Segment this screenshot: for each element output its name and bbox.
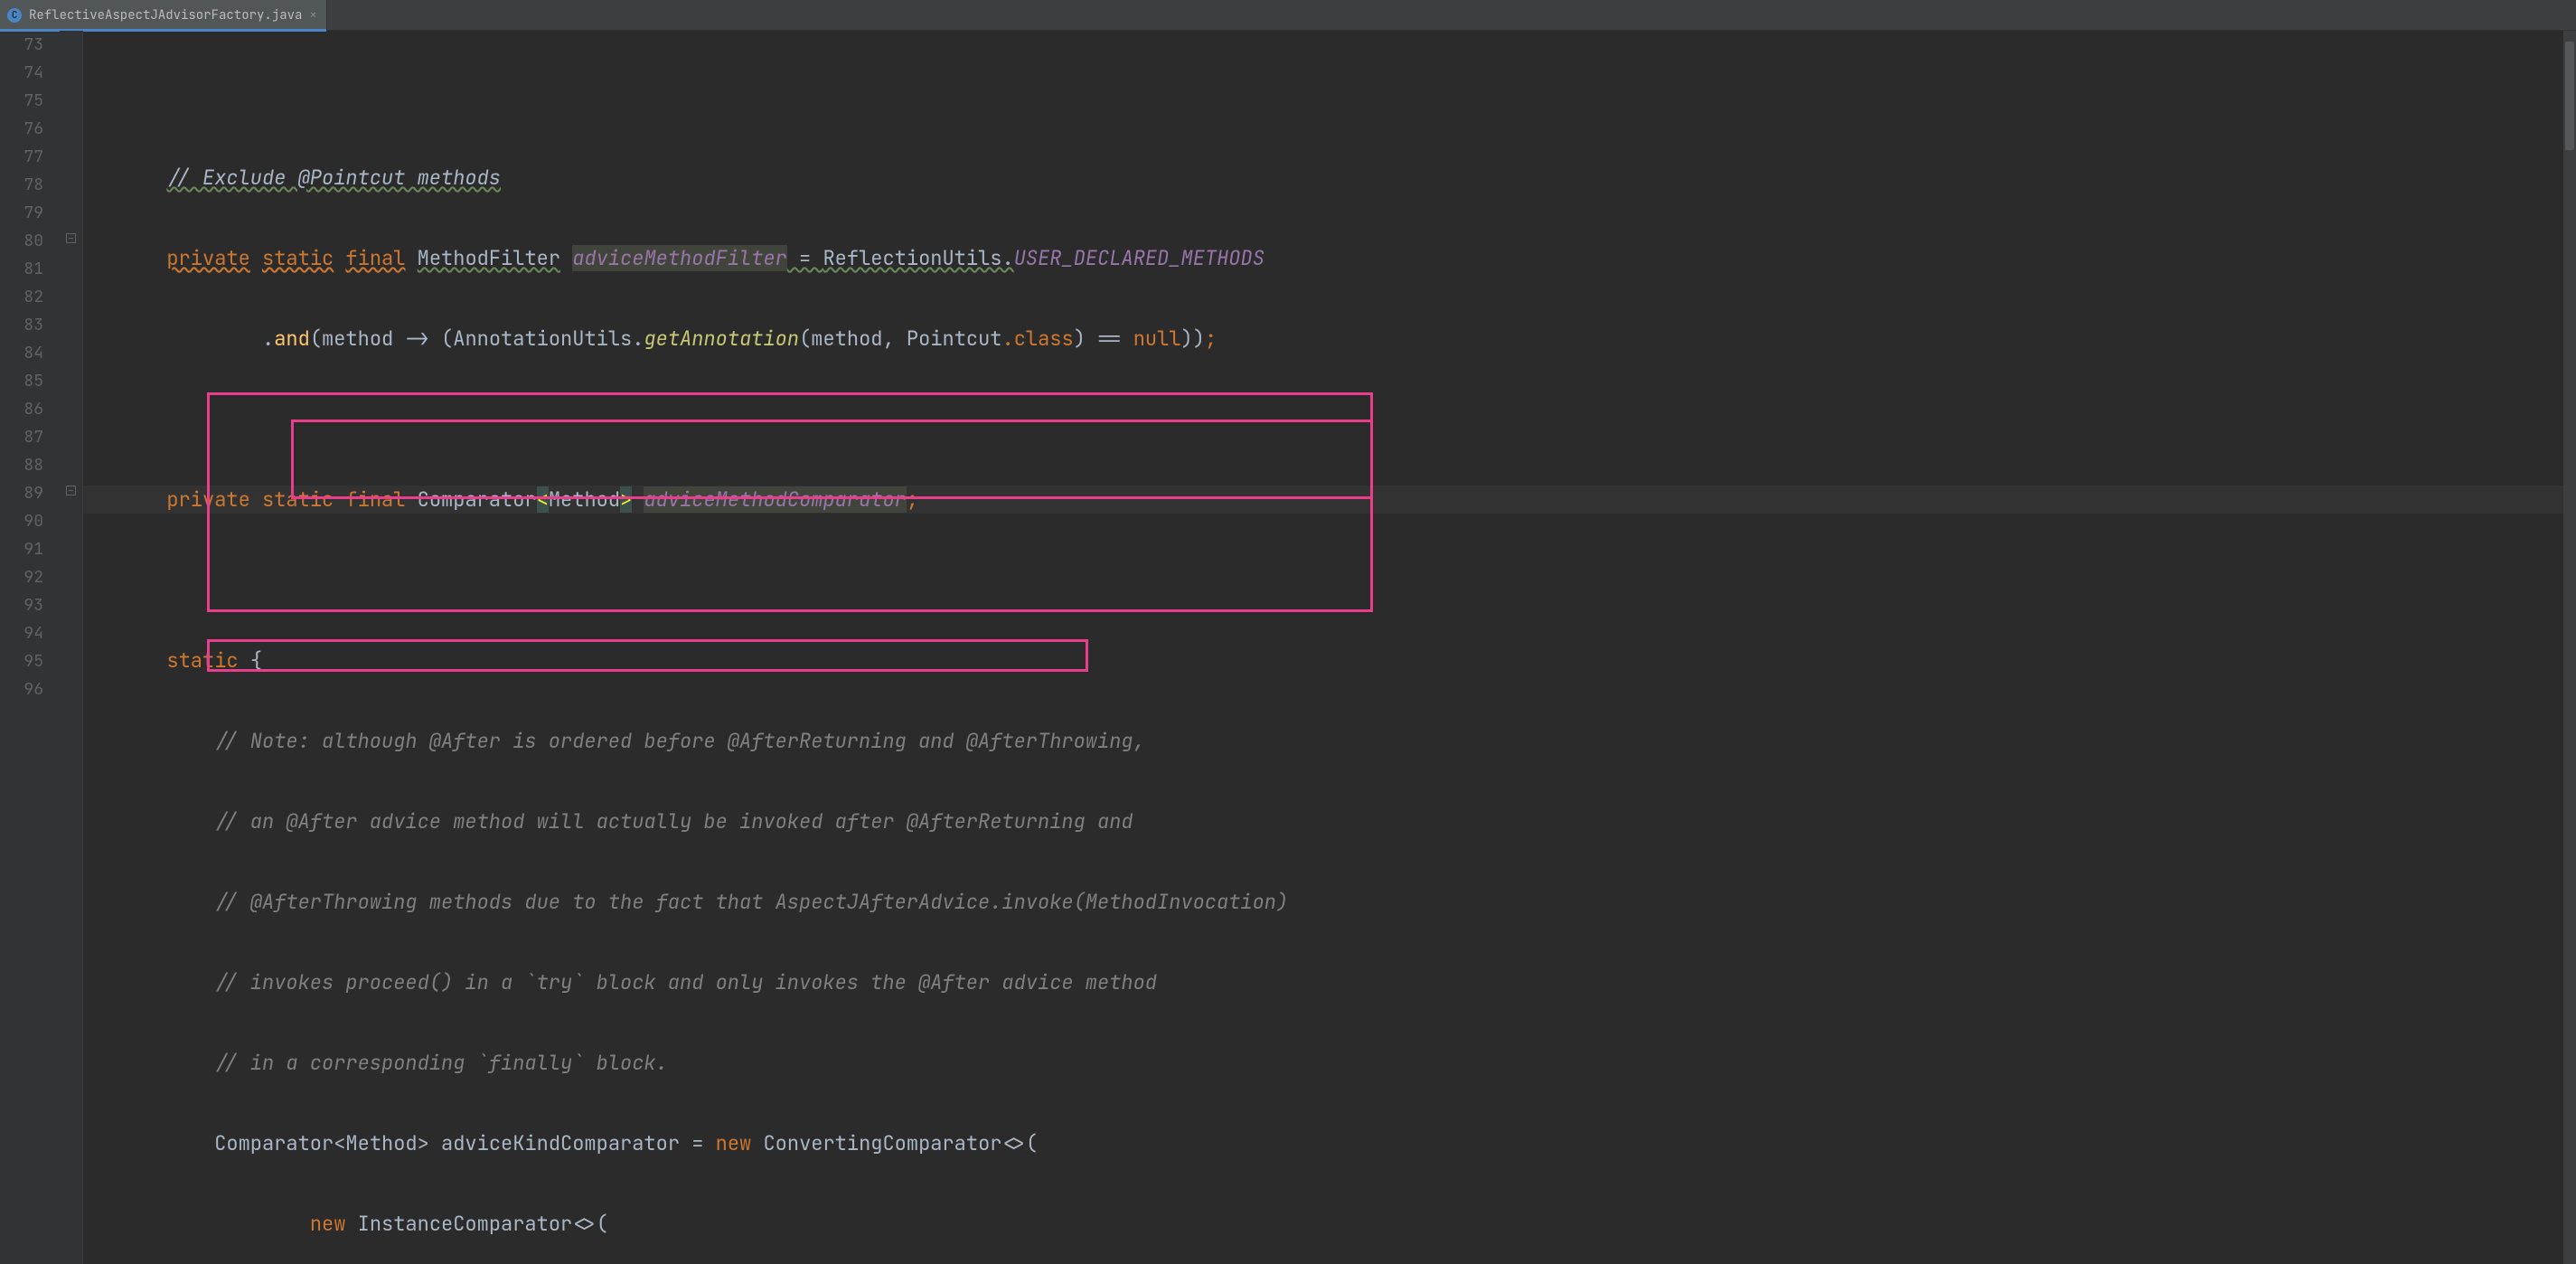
line-number-gutter: 73 74 75 76 77 78 79 80 81 82 83 84 85 8… bbox=[0, 31, 60, 1264]
code-editor[interactable]: 73 74 75 76 77 78 79 80 81 82 83 84 85 8… bbox=[0, 31, 2576, 1264]
comment: // Exclude @Pointcut methods bbox=[166, 165, 501, 191]
fold-column bbox=[60, 31, 83, 1264]
tab-bar: C ReflectiveAspectJAdvisorFactory.java × bbox=[0, 0, 2576, 31]
class-file-icon: C bbox=[7, 8, 22, 23]
tab-file[interactable]: C ReflectiveAspectJAdvisorFactory.java × bbox=[0, 0, 327, 30]
tab-filename: ReflectiveAspectJAdvisorFactory.java bbox=[29, 7, 302, 24]
fold-marker-icon[interactable] bbox=[66, 233, 76, 243]
fold-marker-icon[interactable] bbox=[66, 486, 76, 495]
scrollbar-thumb[interactable] bbox=[2565, 42, 2574, 150]
close-icon[interactable]: × bbox=[309, 7, 316, 24]
code-area[interactable]: // Exclude @Pointcut methods private sta… bbox=[83, 31, 2563, 1264]
vertical-scrollbar[interactable] bbox=[2563, 31, 2576, 1264]
